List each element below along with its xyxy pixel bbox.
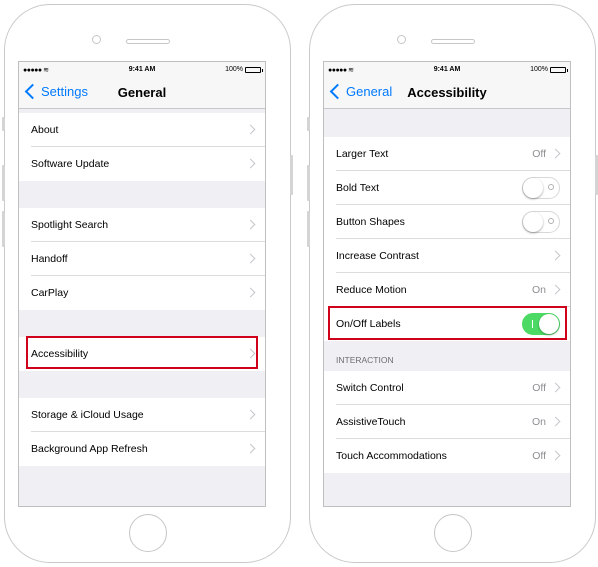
row-on-off-labels: On/Off Labels: [324, 307, 570, 341]
power-button: [290, 155, 293, 195]
row-label: AssistiveTouch: [336, 416, 406, 428]
row-label: Button Shapes: [336, 216, 405, 228]
volume-up-button: [307, 165, 310, 201]
battery-indicator: 100%: [530, 66, 568, 73]
row-value: On: [531, 416, 546, 428]
section-header-interaction: INTERACTION: [324, 341, 570, 371]
status-bar: ●●●●● ≋ 9:41 AM 100%: [324, 62, 570, 78]
on-label-icon: [532, 320, 533, 328]
row-label: CarPlay: [31, 287, 69, 299]
home-button[interactable]: [128, 514, 167, 552]
off-label-icon: [548, 184, 554, 190]
on-off-labels-toggle[interactable]: [522, 313, 560, 335]
battery-icon: [245, 66, 263, 73]
row-switch-control[interactable]: Switch Control Off: [324, 371, 570, 405]
row-reduce-motion[interactable]: Reduce Motion On: [324, 273, 570, 307]
navigation-bar: Settings General: [19, 78, 265, 109]
chevron-right-icon: [245, 287, 256, 298]
row-label: Accessibility: [31, 348, 89, 360]
row-label: About: [31, 124, 59, 136]
row-label: Touch Accommodations: [336, 450, 447, 462]
row-storage-icloud-usage[interactable]: Storage & iCloud Usage: [19, 398, 265, 432]
row-label: Storage & iCloud Usage: [31, 409, 144, 421]
chevron-right-icon: [245, 124, 256, 135]
chevron-right-icon: [550, 382, 561, 393]
chevron-right-icon: [245, 348, 256, 359]
accessibility-list: Larger Text Off Bold Text Button Shapes: [324, 137, 570, 473]
home-button[interactable]: [433, 514, 472, 552]
row-about[interactable]: About: [19, 113, 265, 147]
navigation-bar: General Accessibility: [324, 78, 570, 109]
front-camera-icon: [92, 35, 101, 44]
row-label: Spotlight Search: [31, 219, 109, 231]
phone-frame-left: ●●●●● ≋ 9:41 AM 100% Settings General Ab…: [2, 4, 293, 563]
row-label: Software Update: [31, 158, 110, 170]
row-carplay[interactable]: CarPlay: [19, 276, 265, 310]
settings-list: About Software Update Spotlight Search H…: [19, 113, 265, 466]
row-value: On: [531, 284, 546, 296]
volume-down-button: [307, 211, 310, 247]
row-larger-text[interactable]: Larger Text Off: [324, 137, 570, 171]
button-shapes-toggle[interactable]: [522, 211, 560, 233]
chevron-right-icon: [245, 158, 256, 169]
row-label: Handoff: [31, 253, 68, 265]
speaker-grille: [125, 39, 170, 44]
battery-indicator: 100%: [225, 66, 263, 73]
status-bar: ●●●●● ≋ 9:41 AM 100%: [19, 62, 265, 78]
screen-right: ●●●●● ≋ 9:41 AM 100% General Accessibili…: [323, 61, 571, 507]
row-label: Increase Contrast: [336, 250, 419, 262]
battery-icon: [550, 66, 568, 73]
battery-percent: 100%: [530, 66, 548, 73]
row-value: Off: [532, 450, 546, 462]
row-label: Bold Text: [336, 182, 379, 194]
chevron-right-icon: [245, 443, 256, 454]
chevron-right-icon: [550, 450, 561, 461]
row-button-shapes: Button Shapes: [324, 205, 570, 239]
row-value: Off: [532, 382, 546, 394]
chevron-right-icon: [550, 284, 561, 295]
off-label-icon: [548, 218, 554, 224]
row-software-update[interactable]: Software Update: [19, 147, 265, 181]
row-increase-contrast[interactable]: Increase Contrast: [324, 239, 570, 273]
volume-down-button: [2, 211, 5, 247]
battery-percent: 100%: [225, 66, 243, 73]
row-assistivetouch[interactable]: AssistiveTouch On: [324, 405, 570, 439]
row-background-app-refresh[interactable]: Background App Refresh: [19, 432, 265, 466]
screen-left: ●●●●● ≋ 9:41 AM 100% Settings General Ab…: [18, 61, 266, 507]
row-label: Larger Text: [336, 148, 389, 160]
row-label: Switch Control: [336, 382, 404, 394]
row-accessibility[interactable]: Accessibility: [19, 337, 265, 371]
row-label: Reduce Motion: [336, 284, 407, 296]
chevron-right-icon: [550, 148, 561, 159]
page-title: Accessibility: [407, 85, 487, 100]
row-label: On/Off Labels: [336, 318, 401, 330]
chevron-right-icon: [245, 219, 256, 230]
chevron-right-icon: [245, 253, 256, 264]
mute-switch: [307, 117, 310, 131]
chevron-right-icon: [550, 416, 561, 427]
speaker-grille: [430, 39, 475, 44]
row-label: Background App Refresh: [31, 443, 148, 455]
volume-up-button: [2, 165, 5, 201]
bold-text-toggle[interactable]: [522, 177, 560, 199]
row-value: Off: [532, 148, 546, 160]
front-camera-icon: [397, 35, 406, 44]
phone-frame-right: ●●●●● ≋ 9:41 AM 100% General Accessibili…: [307, 4, 598, 563]
page-title: General: [117, 85, 167, 100]
chevron-right-icon: [245, 409, 256, 420]
row-bold-text: Bold Text: [324, 171, 570, 205]
mute-switch: [2, 117, 5, 131]
row-handoff[interactable]: Handoff: [19, 242, 265, 276]
row-touch-accommodations[interactable]: Touch Accommodations Off: [324, 439, 570, 473]
row-spotlight-search[interactable]: Spotlight Search: [19, 208, 265, 242]
chevron-right-icon: [550, 250, 561, 261]
